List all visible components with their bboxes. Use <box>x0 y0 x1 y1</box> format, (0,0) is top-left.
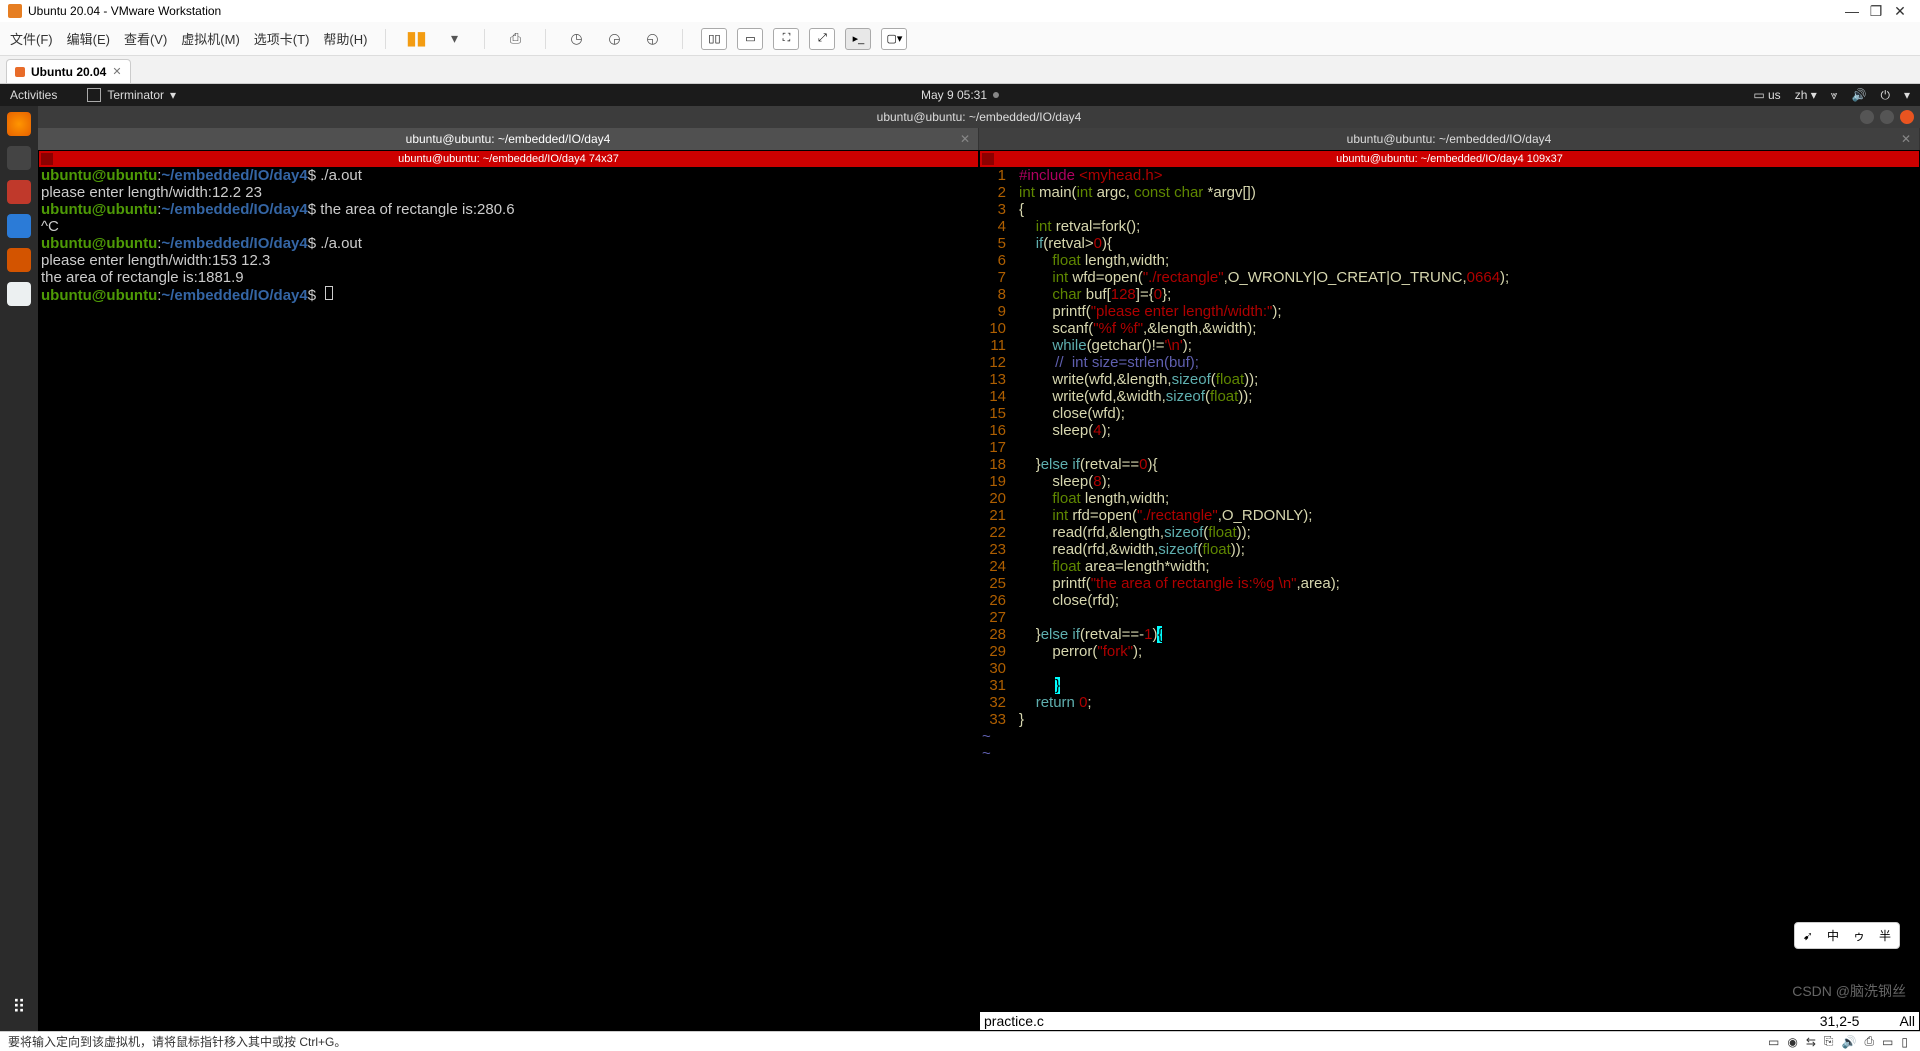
snapshot-manager-icon[interactable]: ◵ <box>640 27 664 51</box>
vm-tab-label: Ubuntu 20.04 <box>31 65 106 79</box>
files-icon[interactable] <box>7 146 31 170</box>
left-terminal[interactable]: ubuntu@ubuntu:~/embedded/IO/day4$ ./a.ou… <box>39 167 978 1030</box>
volume-icon[interactable]: 🔊 <box>1852 88 1867 102</box>
ime-btn-3[interactable]: ゥ <box>1853 927 1865 944</box>
tab-close-icon[interactable]: ✕ <box>1901 132 1911 146</box>
terminator-window: ubuntu@ubuntu: ~/embedded/IO/day4 ubuntu… <box>38 106 1920 1031</box>
device-usb-icon[interactable]: ⎘ <box>1824 1034 1834 1049</box>
notification-dot-icon <box>993 92 999 98</box>
tab-close-icon[interactable]: ✕ <box>960 132 970 146</box>
menu-view[interactable]: 查看(V) <box>124 29 167 48</box>
right-pane: ubuntu@ubuntu: ~/embedded/IO/day4 109x37… <box>979 150 1920 1031</box>
vim-cursor-pos: 31,2-5 <box>1820 1012 1860 1030</box>
input-source-us[interactable]: ▭ us <box>1753 88 1780 102</box>
ime-btn-1[interactable]: ➹ <box>1803 929 1813 943</box>
vmware-titlebar: Ubuntu 20.04 - VMware Workstation — ❐ ✕ <box>0 0 1920 22</box>
win-maximize-icon[interactable] <box>1880 110 1894 124</box>
right-pane-header: ubuntu@ubuntu: ~/embedded/IO/day4 109x37 <box>980 151 1919 167</box>
menu-help[interactable]: 帮助(H) <box>323 29 367 48</box>
left-pane: ubuntu@ubuntu: ~/embedded/IO/day4 74x37 … <box>38 150 979 1031</box>
vim-statusline: practice.c 31,2-5 All <box>980 1012 1919 1030</box>
device-hdd-icon[interactable]: ▭ <box>1768 1035 1779 1049</box>
ime-btn-2[interactable]: 中 <box>1827 927 1839 944</box>
text-editor-icon[interactable] <box>7 282 31 306</box>
left-pane-header: ubuntu@ubuntu: ~/embedded/IO/day4 74x37 <box>39 151 978 167</box>
dropdown-icon[interactable]: ▾ <box>442 27 466 51</box>
status-text: 要将输入定向到该虚拟机，请将鼠标指针移入其中或按 Ctrl+G。 <box>8 1033 346 1050</box>
vmware-tabstrip: Ubuntu 20.04 ✕ <box>0 56 1920 84</box>
pane-icon <box>41 153 53 165</box>
right-terminal-vim[interactable]: 1 #include <myhead.h> 2 int main(int arg… <box>980 167 1919 1012</box>
minimize-button[interactable]: — <box>1840 3 1864 19</box>
device-sound-icon[interactable]: 🔊 <box>1841 1035 1856 1049</box>
terminator-tabs: ubuntu@ubuntu: ~/embedded/IO/day4✕ ubunt… <box>38 128 1920 150</box>
menu-file[interactable]: 文件(F) <box>10 29 53 48</box>
input-source-zh[interactable]: zh ▾ <box>1795 88 1817 102</box>
device-cd-icon[interactable]: ◉ <box>1787 1035 1797 1049</box>
vmware-menubar: 文件(F) 编辑(E) 查看(V) 虚拟机(M) 选项卡(T) 帮助(H) ▮▮… <box>0 22 1920 56</box>
snapshot-revert-icon[interactable]: ◶ <box>602 27 626 51</box>
system-menu-icon[interactable]: ▾ <box>1904 88 1910 102</box>
view-console-icon[interactable]: ▸_ <box>845 28 871 50</box>
view-fullscreen-icon[interactable]: ▢▾ <box>881 28 907 50</box>
device-printer-icon[interactable]: ⎙ <box>1864 1034 1874 1049</box>
win-minimize-icon[interactable] <box>1860 110 1874 124</box>
pause-icon[interactable]: ▮▮ <box>404 27 428 51</box>
close-button[interactable]: ✕ <box>1888 3 1912 20</box>
vm-tab[interactable]: Ubuntu 20.04 ✕ <box>6 59 131 83</box>
terminator-title: ubuntu@ubuntu: ~/embedded/IO/day4 <box>877 110 1082 124</box>
menu-edit[interactable]: 编辑(E) <box>67 29 110 48</box>
activities-button[interactable]: Activities <box>10 88 57 102</box>
vscode-icon[interactable] <box>7 214 31 238</box>
clock[interactable]: May 9 05:31 <box>921 88 987 102</box>
terminator-tab-2[interactable]: ubuntu@ubuntu: ~/embedded/IO/day4✕ <box>979 128 1920 150</box>
win-close-icon[interactable] <box>1900 110 1914 124</box>
vim-scroll-pos: All <box>1899 1012 1915 1030</box>
guest-viewport[interactable]: Activities Terminator ▾ May 9 05:31 ▭ us… <box>0 84 1920 1031</box>
snapshot-take-icon[interactable]: ◷ <box>564 27 588 51</box>
ime-btn-4[interactable]: 半 <box>1879 927 1891 944</box>
screenshot-icon[interactable] <box>7 248 31 272</box>
app-menu[interactable]: Terminator ▾ <box>87 88 176 102</box>
device-display-icon[interactable]: ▭ <box>1882 1035 1893 1049</box>
vm-status-icon <box>15 67 25 77</box>
vim-cursor: } <box>1055 677 1060 694</box>
network-icon[interactable]: ⩔ <box>1831 88 1838 103</box>
vim-filename: practice.c <box>984 1012 1820 1030</box>
view-exit-icon[interactable]: ⤢ <box>809 28 835 50</box>
send-ctrl-alt-del-icon[interactable]: ⎙ <box>503 27 527 51</box>
power-icon[interactable]: ⏻ <box>1880 88 1890 103</box>
menu-vm[interactable]: 虚拟机(M) <box>181 29 240 48</box>
view-single-icon[interactable]: ▯▯ <box>701 28 727 50</box>
menu-tabs[interactable]: 选项卡(T) <box>254 29 310 48</box>
device-net-icon[interactable]: ⇆ <box>1806 1035 1816 1049</box>
pane-icon <box>982 153 994 165</box>
terminator-titlebar[interactable]: ubuntu@ubuntu: ~/embedded/IO/day4 <box>38 106 1920 128</box>
watermark: CSDN @脑洗钢丝 <box>1792 981 1906 1001</box>
gnome-dock: ⠿ <box>0 106 38 1031</box>
view-unity-icon[interactable]: ▭ <box>737 28 763 50</box>
show-apps-icon[interactable]: ⠿ <box>7 997 31 1021</box>
view-stretch-icon[interactable]: ⛶ <box>773 28 799 50</box>
software-icon[interactable] <box>7 180 31 204</box>
vmware-icon <box>8 4 22 18</box>
maximize-button[interactable]: ❐ <box>1864 3 1888 20</box>
ime-toolbar[interactable]: ➹ 中 ゥ 半 <box>1794 922 1900 949</box>
terminator-tab-1[interactable]: ubuntu@ubuntu: ~/embedded/IO/day4✕ <box>38 128 979 150</box>
device-more-icon[interactable]: ▯ <box>1901 1035 1908 1049</box>
vmware-statusbar: 要将输入定向到该虚拟机，请将鼠标指针移入其中或按 Ctrl+G。 ▭ ◉ ⇆ ⎘… <box>0 1031 1920 1051</box>
vm-tab-close-icon[interactable]: ✕ <box>112 65 121 78</box>
firefox-icon[interactable] <box>7 112 31 136</box>
gnome-topbar: Activities Terminator ▾ May 9 05:31 ▭ us… <box>0 84 1920 106</box>
window-title: Ubuntu 20.04 - VMware Workstation <box>28 4 221 18</box>
shell-cursor <box>325 286 333 300</box>
